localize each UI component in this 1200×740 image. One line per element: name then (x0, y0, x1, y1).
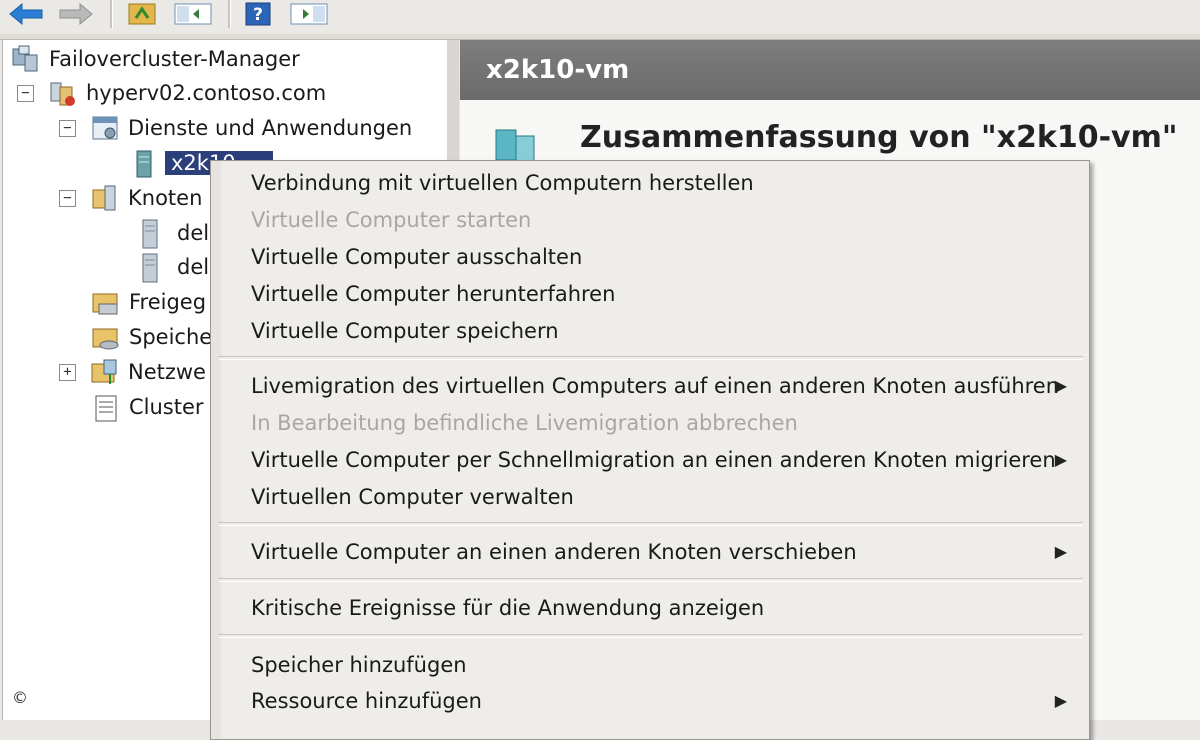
tree-item-label: Cluster (129, 395, 204, 419)
submenu-arrow-icon: ▶ (1054, 691, 1067, 710)
tree-item-nodes[interactable]: − Knoten (59, 181, 202, 215)
forward-button[interactable] (56, 0, 96, 28)
expand-toggle[interactable]: + (59, 363, 76, 381)
svg-text:?: ? (253, 5, 263, 25)
toolbar-separator (110, 0, 113, 28)
menu-item-label: Virtuelle Computer ausschalten (251, 245, 583, 269)
tree-item-label: Speiche (129, 325, 213, 349)
back-button[interactable] (6, 0, 46, 28)
server-icon (139, 253, 167, 283)
toolbar: ? (0, 0, 1200, 35)
context-menu: Verbindung mit virtuellen Computern hers… (210, 160, 1090, 740)
summary-title: Zusammenfassung von "x2k10-vm" (580, 120, 1178, 155)
menu-item-label: In Bearbeitung befindliche Livemigration… (251, 411, 798, 435)
vm-server-icon (133, 149, 155, 178)
action-pane-button[interactable] (286, 0, 332, 28)
menu-item-show-critical-events[interactable]: Kritische Ereignisse für die Anwendung a… (251, 590, 1081, 626)
tree-item-cluster[interactable]: − hyperv02.contoso.com (17, 76, 326, 110)
tree-item-label: Dienste und Anwendungen (128, 116, 413, 140)
tree-item-node-1[interactable]: dell (139, 216, 215, 250)
up-button[interactable] (124, 0, 160, 28)
show-hide-console-tree-icon (174, 3, 212, 25)
cluster-manager-icon (11, 45, 39, 73)
menu-item-label: Virtuelle Computer herunterfahren (251, 282, 616, 306)
menu-item-save[interactable]: Virtuelle Computer speichern (251, 313, 1081, 349)
submenu-arrow-icon: ▶ (1054, 376, 1067, 395)
network-icon (90, 358, 118, 386)
details-header: x2k10-vm (460, 40, 1200, 100)
collapse-toggle[interactable]: − (59, 119, 76, 137)
help-icon: ? (245, 2, 271, 26)
menu-item-start[interactable]: Virtuelle Computer starten (251, 202, 1081, 238)
menu-item-label: Speicher hinzufügen (251, 653, 467, 677)
submenu-arrow-icon: ▶ (1054, 542, 1067, 561)
shared-folder-icon (91, 288, 119, 316)
tree-item-shared-volumes[interactable]: Freigeg (91, 285, 206, 319)
tree-item-label: Failovercluster-Manager (49, 47, 300, 71)
tree-item-label: hyperv02.contoso.com (86, 81, 327, 105)
menu-item-move-vm[interactable]: Virtuelle Computer an einen anderen Knot… (251, 534, 1081, 570)
tree-item-node-2[interactable]: dell (139, 250, 215, 284)
menu-item-connect[interactable]: Verbindung mit virtuellen Computern hers… (251, 165, 1081, 201)
tree-item-cluster-events[interactable]: Cluster (91, 390, 204, 424)
forward-arrow-icon (59, 3, 93, 25)
tree-item-label: Knoten (128, 186, 203, 210)
toolbar-separator (228, 0, 231, 28)
menu-item-cancel-live-migration[interactable]: In Bearbeitung befindliche Livemigration… (251, 405, 1081, 441)
console-tree-button[interactable] (170, 0, 216, 28)
up-folder-icon (128, 3, 156, 25)
menu-item-shutdown[interactable]: Virtuelle Computer herunterfahren (251, 276, 1081, 312)
menu-item-turn-off[interactable]: Virtuelle Computer ausschalten (251, 239, 1081, 275)
event-log-icon (91, 393, 119, 422)
tree-item-networks[interactable]: + Netzwe (59, 355, 206, 389)
menu-separator (219, 356, 1083, 360)
menu-item-quick-migrate[interactable]: Virtuelle Computer per Schnellmigration … (251, 442, 1081, 478)
back-arrow-icon (9, 3, 43, 25)
menu-item-label: Livemigration des virtuellen Computers a… (251, 374, 1060, 398)
collapse-toggle[interactable]: − (59, 189, 76, 207)
menu-item-label: Kritische Ereignisse für die Anwendung a… (251, 596, 765, 620)
menu-item-label: Verbindung mit virtuellen Computern hers… (251, 171, 754, 195)
menu-item-label: Virtuelle Computer speichern (251, 319, 559, 343)
menu-item-manage-vm[interactable]: Virtuellen Computer verwalten (251, 479, 1081, 515)
tree-item-label: Netzwe (128, 360, 206, 384)
menu-item-label: Ressource hinzufügen (251, 689, 482, 713)
copyright-mark: © (12, 688, 28, 707)
tree-item-storage[interactable]: Speiche (91, 320, 212, 354)
help-button[interactable]: ? (242, 0, 274, 28)
menu-item-live-migrate[interactable]: Livemigration des virtuellen Computers a… (251, 368, 1081, 404)
menu-item-label: Virtuelle Computer an einen anderen Knot… (251, 540, 857, 564)
submenu-arrow-icon: ▶ (1054, 450, 1067, 469)
tree-item-services-applications[interactable]: − Dienste und Anwendungen (59, 111, 412, 145)
menu-item-add-storage[interactable]: Speicher hinzufügen (251, 647, 1081, 683)
services-icon (90, 114, 118, 142)
menu-item-label: Virtuellen Computer verwalten (251, 485, 574, 509)
server-icon (139, 219, 167, 249)
menu-separator (219, 578, 1083, 582)
cluster-node-icon (48, 79, 76, 107)
show-hide-action-pane-icon (290, 3, 328, 25)
menu-item-label: Virtuelle Computer starten (251, 208, 532, 232)
menu-gutter (211, 161, 221, 739)
tree-item-label: Freigeg (129, 290, 207, 314)
menu-separator (219, 634, 1083, 638)
collapse-toggle[interactable]: − (17, 84, 34, 102)
storage-icon (91, 323, 119, 351)
tree-item-failover-cluster-manager[interactable]: Failovercluster-Manager (11, 42, 300, 76)
menu-item-add-resource[interactable]: Ressource hinzufügen ▶ (251, 683, 1081, 719)
menu-item-label: Virtuelle Computer per Schnellmigration … (251, 448, 1056, 472)
menu-separator (219, 522, 1083, 526)
nodes-icon (90, 184, 118, 212)
